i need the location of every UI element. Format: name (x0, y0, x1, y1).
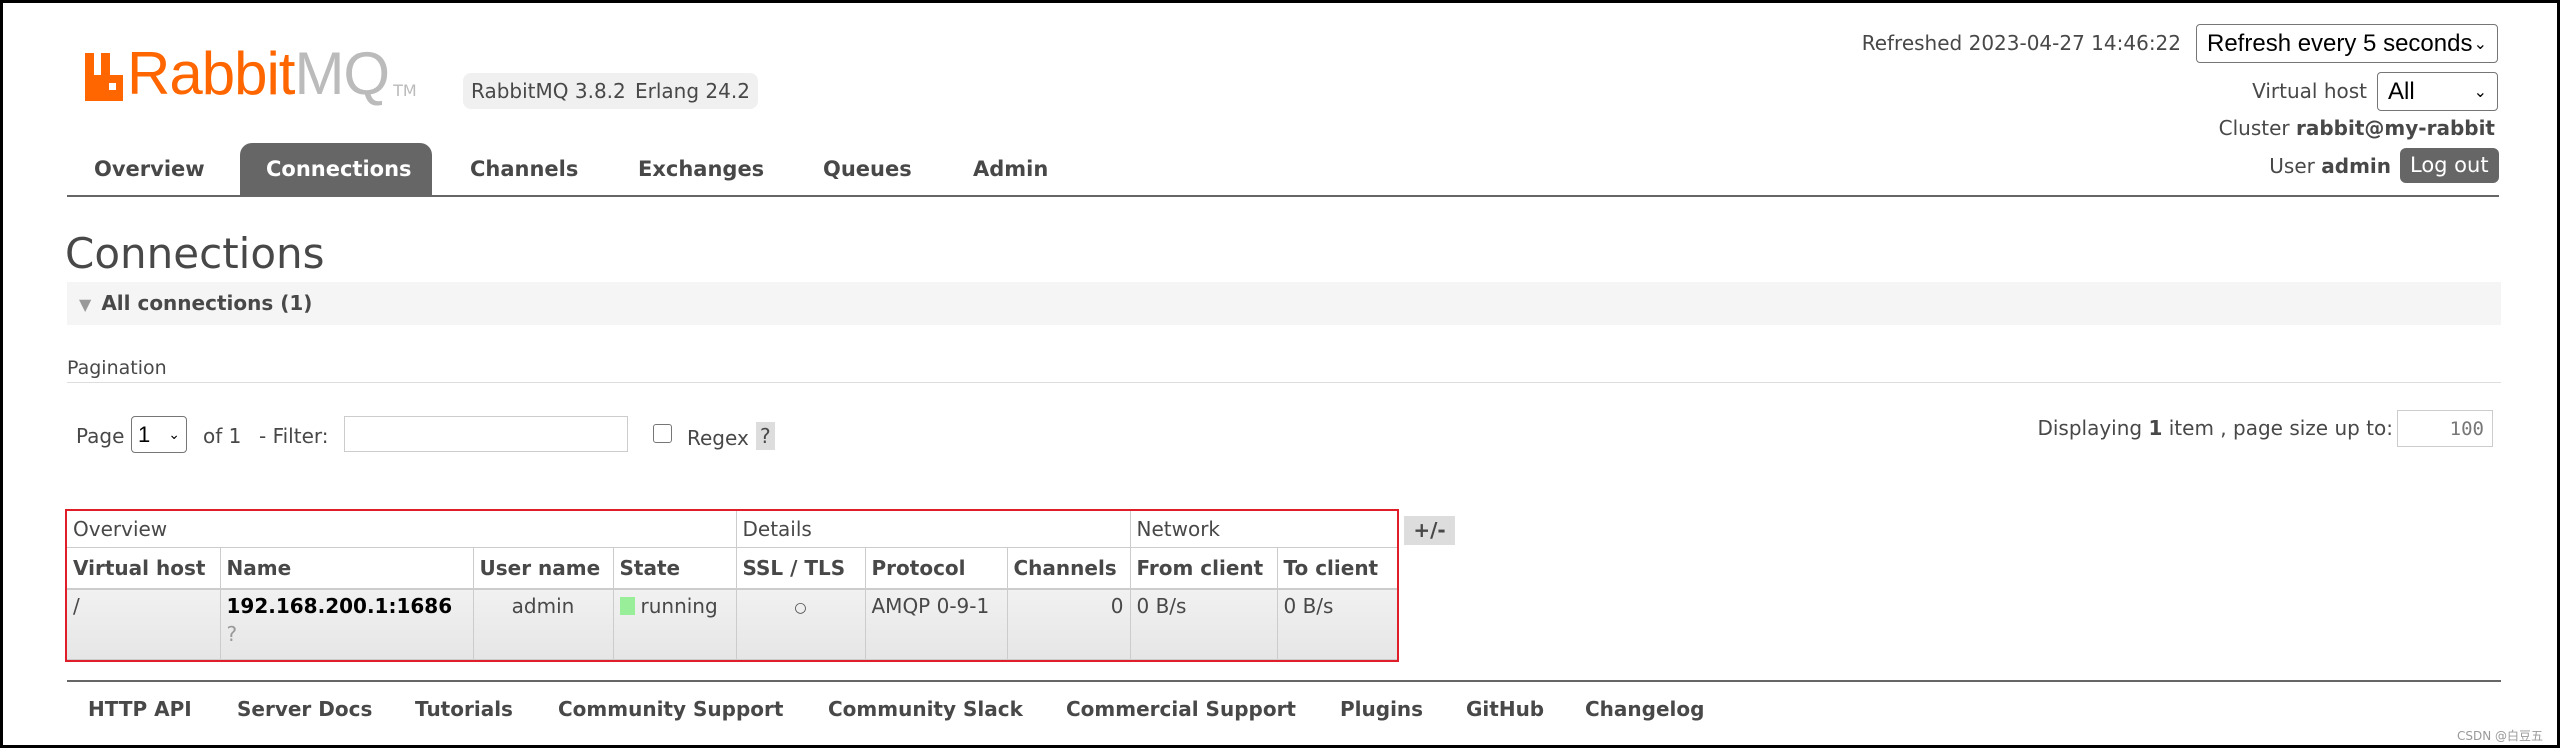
footer-link-http-api[interactable]: HTTP API (88, 697, 192, 721)
column-header-protocol[interactable]: Protocol (864, 546, 1008, 590)
user-name: admin (2321, 154, 2391, 178)
page-title: Connections (65, 229, 325, 278)
page-size-label: item , page size up to: (2168, 416, 2393, 440)
footer-link-changelog[interactable]: Changelog (1585, 697, 1704, 721)
footer-link-github[interactable]: GitHub (1466, 697, 1544, 721)
group-header-network: Network (1129, 511, 1397, 548)
tab-queues[interactable]: Queues (797, 143, 938, 196)
tab-exchanges[interactable]: Exchanges (612, 143, 790, 196)
rabbitmq-version-badge: RabbitMQ 3.8.26 (463, 73, 647, 109)
connections-table: Overview Details Network Virtual host Na… (67, 511, 1397, 660)
item-count: 1 (2148, 416, 2163, 440)
state-running-indicator (619, 597, 635, 615)
cluster-label: Cluster (2218, 116, 2290, 140)
column-header-to-client[interactable]: To client (1276, 546, 1397, 590)
pagination-heading: Pagination (67, 357, 167, 379)
displaying-label: Displaying (2037, 416, 2143, 440)
cell-channels: 0 (1006, 588, 1131, 660)
refreshed-timestamp: Refreshed 2023-04-27 14:46:22 (1861, 31, 2181, 55)
footer-link-commercial-support[interactable]: Commercial Support (1066, 697, 1296, 721)
watermark: CSDN @白豆五 (2456, 729, 2543, 743)
rabbitmq-logo: Rabbit MQ TM (85, 40, 417, 107)
section-title: All connections (1) (101, 291, 313, 315)
cell-user: admin (472, 588, 614, 660)
logo-text: Rabbit (127, 40, 295, 107)
vhost-select-value: All (2388, 77, 2415, 105)
logo-text-mq: MQ (294, 40, 390, 107)
column-header-user-name[interactable]: User name (472, 546, 614, 590)
footer-link-plugins[interactable]: Plugins (1340, 697, 1423, 721)
triangle-down-icon: ▼ (79, 295, 92, 314)
rabbit-icon (85, 53, 123, 101)
footer-link-community-support[interactable]: Community Support (558, 697, 783, 721)
cluster-info: Cluster rabbit@my-rabbit (2219, 116, 2495, 140)
column-toggle-button[interactable]: +/- (1404, 516, 1455, 545)
column-header-virtual-host[interactable]: Virtual host (67, 546, 221, 590)
page-select[interactable]: 1 ⌄ (131, 416, 187, 453)
pagination-divider (67, 382, 2501, 383)
logo-tm: TM (393, 81, 417, 100)
cell-vhost: / (67, 588, 221, 660)
tab-channels[interactable]: Channels (444, 143, 604, 196)
cell-name: 192.168.200.1:1686? (219, 588, 474, 660)
connection-name-help[interactable]: ? (227, 622, 467, 646)
regex-checkbox[interactable] (653, 424, 672, 443)
regex-help-button[interactable]: ? (756, 422, 775, 450)
connection-link[interactable]: 192.168.200.1:1686 (227, 594, 467, 618)
refresh-select-value: Refresh every 5 seconds (2207, 29, 2473, 57)
column-header-name[interactable]: Name (219, 546, 474, 590)
all-connections-section-toggle[interactable]: ▼ All connections (1) (67, 282, 2501, 325)
page-size-input[interactable] (2397, 410, 2493, 447)
chevron-down-icon: ⌄ (168, 426, 180, 442)
connections-table-wrapper: Overview Details Network Virtual host Na… (65, 509, 1399, 662)
table-row[interactable]: / 192.168.200.1:1686? admin running ○ AM… (67, 588, 1397, 660)
tab-overview[interactable]: Overview (68, 143, 231, 196)
cell-from-client: 0 B/s (1129, 588, 1278, 660)
nav-divider (67, 195, 2499, 197)
footer-link-tutorials[interactable]: Tutorials (415, 697, 513, 721)
chevron-down-icon: ⌄ (2473, 83, 2487, 101)
page-of-label: of 1 (203, 424, 242, 448)
footer-link-server-docs[interactable]: Server Docs (237, 697, 372, 721)
logout-button[interactable]: Log out (2400, 148, 2499, 183)
chevron-down-icon: ⌄ (2473, 35, 2487, 53)
filter-input[interactable] (344, 416, 628, 452)
cell-state: running (612, 588, 737, 660)
tab-admin[interactable]: Admin (947, 143, 1074, 196)
group-header-overview: Overview (67, 511, 737, 548)
group-header-details: Details (735, 511, 1131, 548)
column-header-ssl-tls[interactable]: SSL / TLS (735, 546, 866, 590)
refresh-interval-select[interactable]: Refresh every 5 seconds ⌄ (2196, 24, 2498, 63)
column-header-channels[interactable]: Channels (1006, 546, 1131, 590)
cluster-name: rabbit@my-rabbit (2296, 116, 2495, 140)
footer-divider (67, 680, 2501, 682)
cell-to-client: 0 B/s (1276, 588, 1397, 660)
tab-connections[interactable]: Connections (240, 143, 432, 196)
column-header-state[interactable]: State (612, 546, 737, 590)
page-select-value: 1 (138, 421, 151, 447)
vhost-label: Virtual host (2252, 79, 2367, 103)
filter-label: - Filter: (259, 424, 329, 448)
state-text: running (640, 594, 718, 618)
cell-protocol: AMQP 0-9-1 (864, 588, 1008, 660)
cell-ssl: ○ (735, 588, 866, 660)
footer-link-community-slack[interactable]: Community Slack (828, 697, 1023, 721)
displaying-info: Displaying 1 item , page size up to: (2037, 416, 2393, 440)
page-label: Page (76, 424, 125, 448)
erlang-version-badge: Erlang 24.2 (627, 73, 758, 109)
user-label: User (2269, 154, 2315, 178)
column-header-from-client[interactable]: From client (1129, 546, 1278, 590)
user-info: User admin (2269, 154, 2391, 178)
virtual-host-select[interactable]: All ⌄ (2377, 72, 2498, 111)
regex-label: Regex (687, 426, 749, 450)
